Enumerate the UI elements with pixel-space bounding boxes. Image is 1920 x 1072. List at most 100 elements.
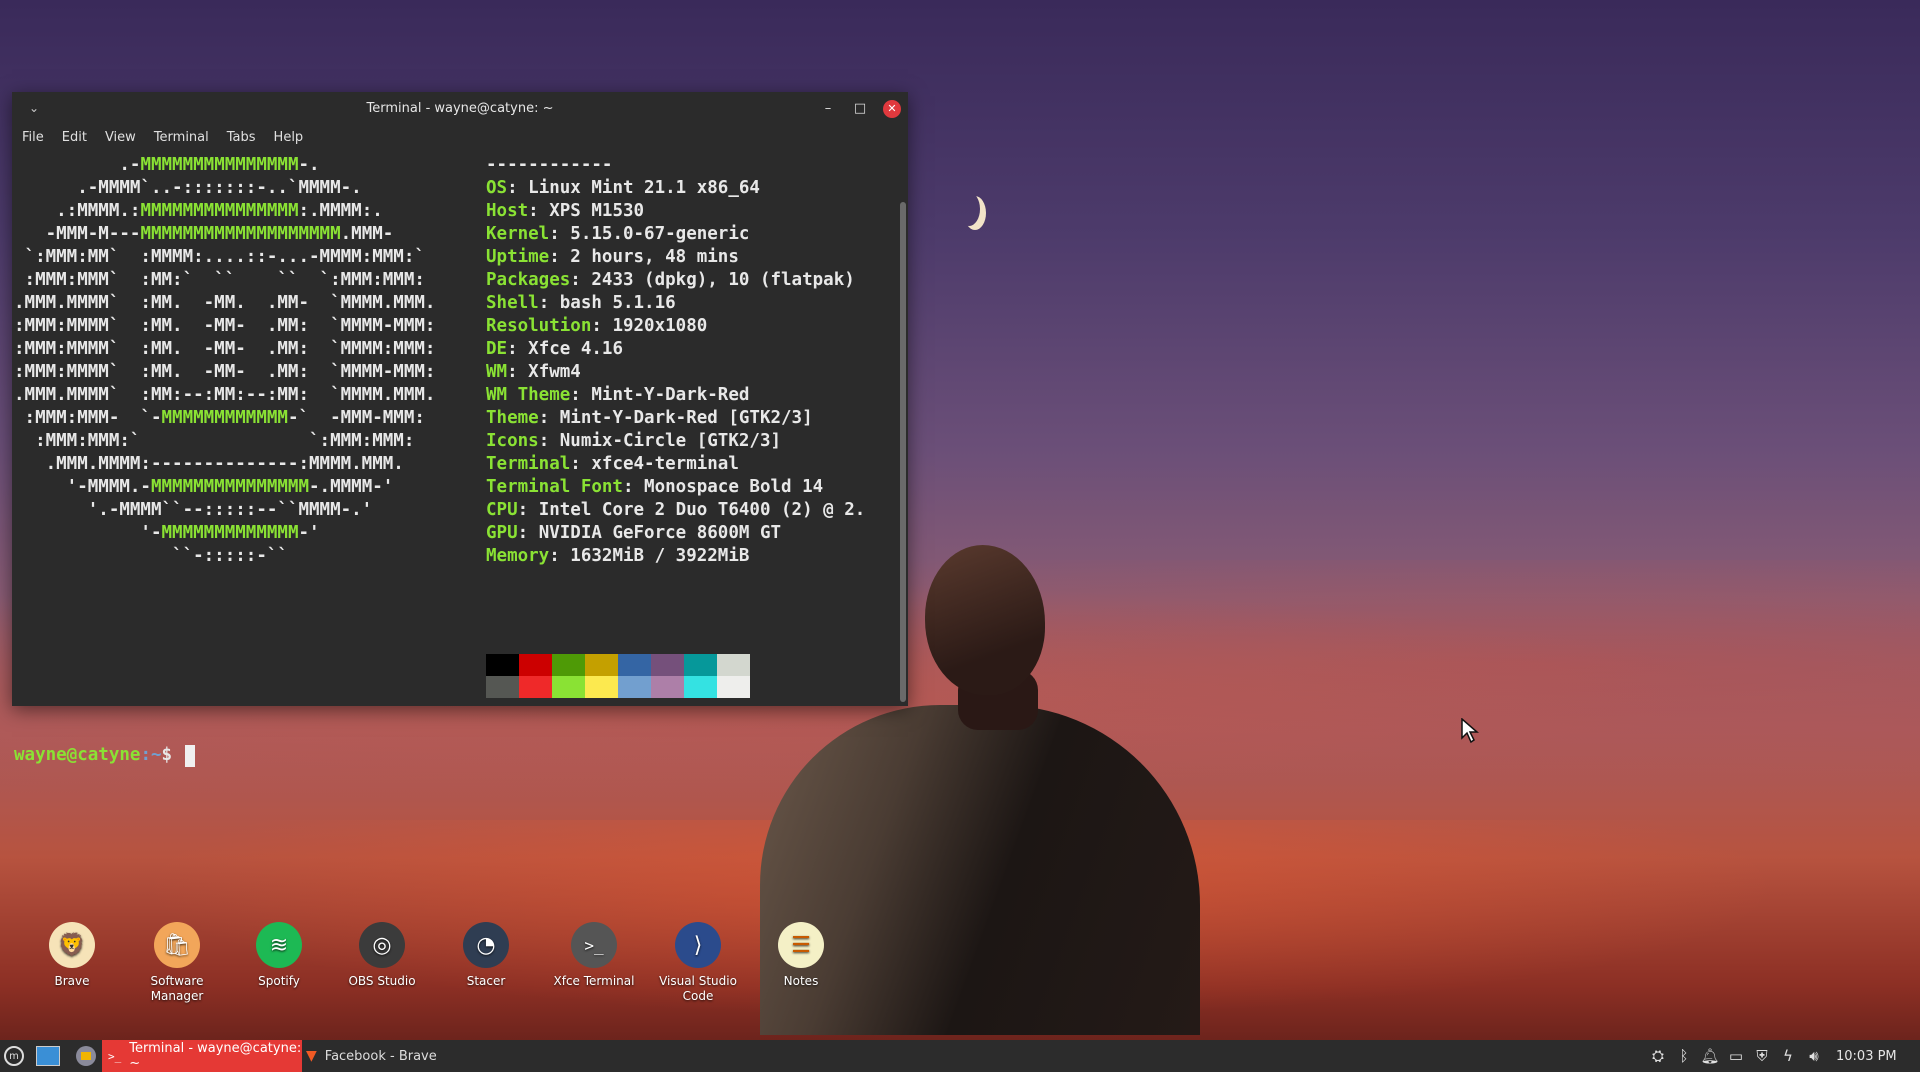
desktop-icon-xfce-terminal[interactable]: >_ Xfce Terminal bbox=[544, 922, 644, 989]
palette-swatch bbox=[651, 654, 684, 676]
window-title: Terminal - wayne@catyne: ~ bbox=[366, 100, 554, 116]
system-info: ------------ OS: Linux Mint 21.1 x86_64 H… bbox=[486, 154, 865, 568]
info-row: Host: XPS M1530 bbox=[486, 201, 645, 221]
info-value: 5.15.0-67-generic bbox=[570, 224, 750, 244]
ascii-line: ``-:::::-`` bbox=[14, 546, 288, 566]
desktop-icon-label: Brave bbox=[54, 974, 90, 988]
desktop-icon-visual-studio-code[interactable]: ⟩ Visual Studio Code bbox=[648, 922, 748, 1004]
info-key: Resolution bbox=[486, 316, 592, 336]
ascii-line: `:MMM:MM` :MMMM:....::-...-MMMM:MMM:` bbox=[14, 247, 425, 267]
desktop-icon-stacer[interactable]: ◔ Stacer bbox=[436, 922, 536, 989]
menu-terminal[interactable]: Terminal bbox=[152, 128, 211, 147]
start-menu-button[interactable]: m bbox=[4, 1040, 24, 1072]
info-row: Memory: 1632MiB / 3922MiB bbox=[486, 546, 750, 566]
brave-icon: 🦁 bbox=[49, 922, 95, 968]
ascii-line: .MMM.MMMM:--------------:MMMM.MMM. bbox=[14, 454, 404, 474]
taskbar-item-terminal[interactable]: >_ Terminal - wayne@catyne: ~ bbox=[102, 1040, 302, 1072]
info-separator: ------------ bbox=[486, 155, 613, 175]
ascii-line: :MMM:MMM:` `:MMM:MMM: bbox=[14, 431, 415, 451]
ascii-line: .-MMMM`..-:::::::-..`MMMM-. bbox=[14, 178, 362, 198]
ascii-line: :MMM:MMMM` :MM. -MM- .MM: `MMMM-MMM: bbox=[14, 362, 436, 382]
info-value: NVIDIA GeForce 8600M GT bbox=[538, 523, 782, 543]
palette-swatch bbox=[486, 654, 519, 676]
network-icon[interactable]: ▭ bbox=[1726, 1046, 1746, 1066]
info-row: CPU: Intel Core 2 Duo T6400 (2) @ 2. bbox=[486, 500, 866, 520]
system-tray: ⛭ ᛒ 🔔︎ ▭ ⛨ ϟ 🔊︎ 10:03 PM bbox=[1648, 1040, 1897, 1072]
menu-tabs[interactable]: Tabs bbox=[225, 128, 258, 147]
show-desktop-button[interactable] bbox=[36, 1040, 60, 1072]
ascii-line: :MMM:MMMM` :MM. -MM- .MM: `MMMM:MMM: bbox=[14, 339, 436, 359]
palette-swatch bbox=[618, 654, 651, 676]
info-row: Packages: 2433 (dpkg), 10 (flatpak) bbox=[486, 270, 855, 290]
palette-swatch bbox=[684, 676, 717, 698]
power-icon[interactable]: ϟ bbox=[1778, 1046, 1798, 1066]
menu-edit[interactable]: Edit bbox=[60, 128, 89, 147]
info-value: Numix-Circle [GTK2/3] bbox=[559, 431, 782, 451]
maximize-button[interactable]: □ bbox=[851, 100, 869, 118]
desktop-icon-notes[interactable]: ☰ Notes bbox=[751, 922, 851, 989]
info-row: Terminal Font: Monospace Bold 14 bbox=[486, 477, 824, 497]
ascii-line: :MMM:MMM- `-MMMMMMMMMMMM-` -MMM-MMM: bbox=[14, 408, 425, 428]
volume-icon[interactable]: 🔊︎ bbox=[1804, 1046, 1824, 1066]
desktop-icon-brave[interactable]: 🦁 Brave bbox=[22, 922, 122, 989]
desktop-icon-obs-studio[interactable]: ◎ OBS Studio bbox=[332, 922, 432, 989]
palette-swatch bbox=[618, 676, 651, 698]
terminal-output[interactable]: .-MMMMMMMMMMMMMMM-. .-MMMM`..-:::::::-..… bbox=[12, 154, 898, 767]
notes-icon: ☰ bbox=[778, 922, 824, 968]
taskbar-item-brave-label: Facebook - Brave bbox=[324, 1048, 437, 1064]
ascii-line: '-MMMMMMMMMMMMM-' bbox=[14, 523, 320, 543]
prompt-user: wayne@catyne bbox=[14, 745, 141, 765]
menu-view[interactable]: View bbox=[103, 128, 138, 147]
info-value: Xfwm4 bbox=[528, 362, 581, 382]
moon-crescent bbox=[958, 192, 980, 226]
menu-help[interactable]: Help bbox=[272, 128, 306, 147]
update-manager-icon[interactable]: ⛭ bbox=[1648, 1046, 1668, 1066]
menu-file[interactable]: File bbox=[20, 128, 46, 147]
info-value: Linux Mint 21.1 x86_64 bbox=[528, 178, 760, 198]
workspace-switcher[interactable] bbox=[76, 1040, 96, 1072]
desktop-icon-label: Visual Studio Code bbox=[659, 974, 737, 1003]
notifications-icon[interactable]: 🔔︎ bbox=[1700, 1046, 1720, 1066]
info-row: Terminal: xfce4-terminal bbox=[486, 454, 739, 474]
bluetooth-icon[interactable]: ᛒ bbox=[1674, 1046, 1694, 1066]
mint-menu-icon: m bbox=[4, 1046, 24, 1066]
ascii-line: .-MMMMMMMMMMMMMMM-. bbox=[14, 155, 320, 175]
ascii-line: '.-MMMM``--:::::--``MMMM-.' bbox=[14, 500, 373, 520]
info-key: WM bbox=[486, 362, 508, 382]
shell-prompt[interactable]: wayne@catyne:~$ bbox=[14, 744, 195, 767]
software-manager-icon: 🛍 bbox=[154, 922, 200, 968]
taskbar: m >_ Terminal - wayne@catyne: ~ ▼ Facebo… bbox=[0, 1040, 1920, 1072]
xfce-terminal-icon: >_ bbox=[571, 922, 617, 968]
clock[interactable]: 10:03 PM bbox=[1836, 1049, 1897, 1064]
terminal-menubar: File Edit View Terminal Tabs Help bbox=[12, 124, 908, 150]
desktop-icon-label: Stacer bbox=[466, 974, 506, 988]
taskbar-item-brave[interactable]: ▼ Facebook - Brave bbox=[306, 1040, 437, 1072]
window-menu-chevron-icon[interactable]: ⌄ bbox=[26, 100, 42, 116]
palette-swatch bbox=[552, 676, 585, 698]
desktop-icon-label: Spotify bbox=[258, 974, 300, 988]
terminal-window[interactable]: ⌄ Terminal - wayne@catyne: ~ – □ ✕ File … bbox=[12, 92, 908, 767]
desktop-icon-label: OBS Studio bbox=[348, 974, 416, 988]
prompt-path: :~ bbox=[140, 745, 162, 765]
info-row: OS: Linux Mint 21.1 x86_64 bbox=[486, 178, 760, 198]
info-key: Packages bbox=[486, 270, 571, 290]
ascii-line: -MMM-M---MMMMMMMMMMMMMMMMMMM.MMM- bbox=[14, 224, 394, 244]
info-value: xfce4-terminal bbox=[591, 454, 739, 474]
info-key: Kernel bbox=[486, 224, 550, 244]
info-row: Icons: Numix-Circle [GTK2/3] bbox=[486, 431, 782, 451]
close-button[interactable]: ✕ bbox=[883, 100, 901, 118]
taskbar-item-terminal-label: Terminal - wayne@catyne: ~ bbox=[129, 1041, 302, 1071]
desktop-icon-software-manager[interactable]: 🛍 Software Manager bbox=[127, 922, 227, 1004]
info-row: Uptime: 2 hours, 48 mins bbox=[486, 247, 739, 267]
info-row: Theme: Mint-Y-Dark-Red [GTK2/3] bbox=[486, 408, 813, 428]
minimize-button[interactable]: – bbox=[819, 100, 837, 118]
terminal-titlebar[interactable]: ⌄ Terminal - wayne@catyne: ~ – □ ✕ bbox=[12, 92, 908, 124]
palette-swatch bbox=[552, 654, 585, 676]
terminal-scrollbar[interactable] bbox=[900, 202, 906, 702]
mouse-pointer-icon bbox=[1460, 717, 1482, 748]
desktop-icon-spotify[interactable]: ≋ Spotify bbox=[229, 922, 329, 989]
ascii-line: :MMM:MMM` :MM:` `` `` `:MMM:MMM: bbox=[14, 270, 425, 290]
shield-icon[interactable]: ⛨ bbox=[1752, 1046, 1772, 1066]
info-key: Shell bbox=[486, 293, 539, 313]
info-value: 2 hours, 48 mins bbox=[570, 247, 739, 267]
